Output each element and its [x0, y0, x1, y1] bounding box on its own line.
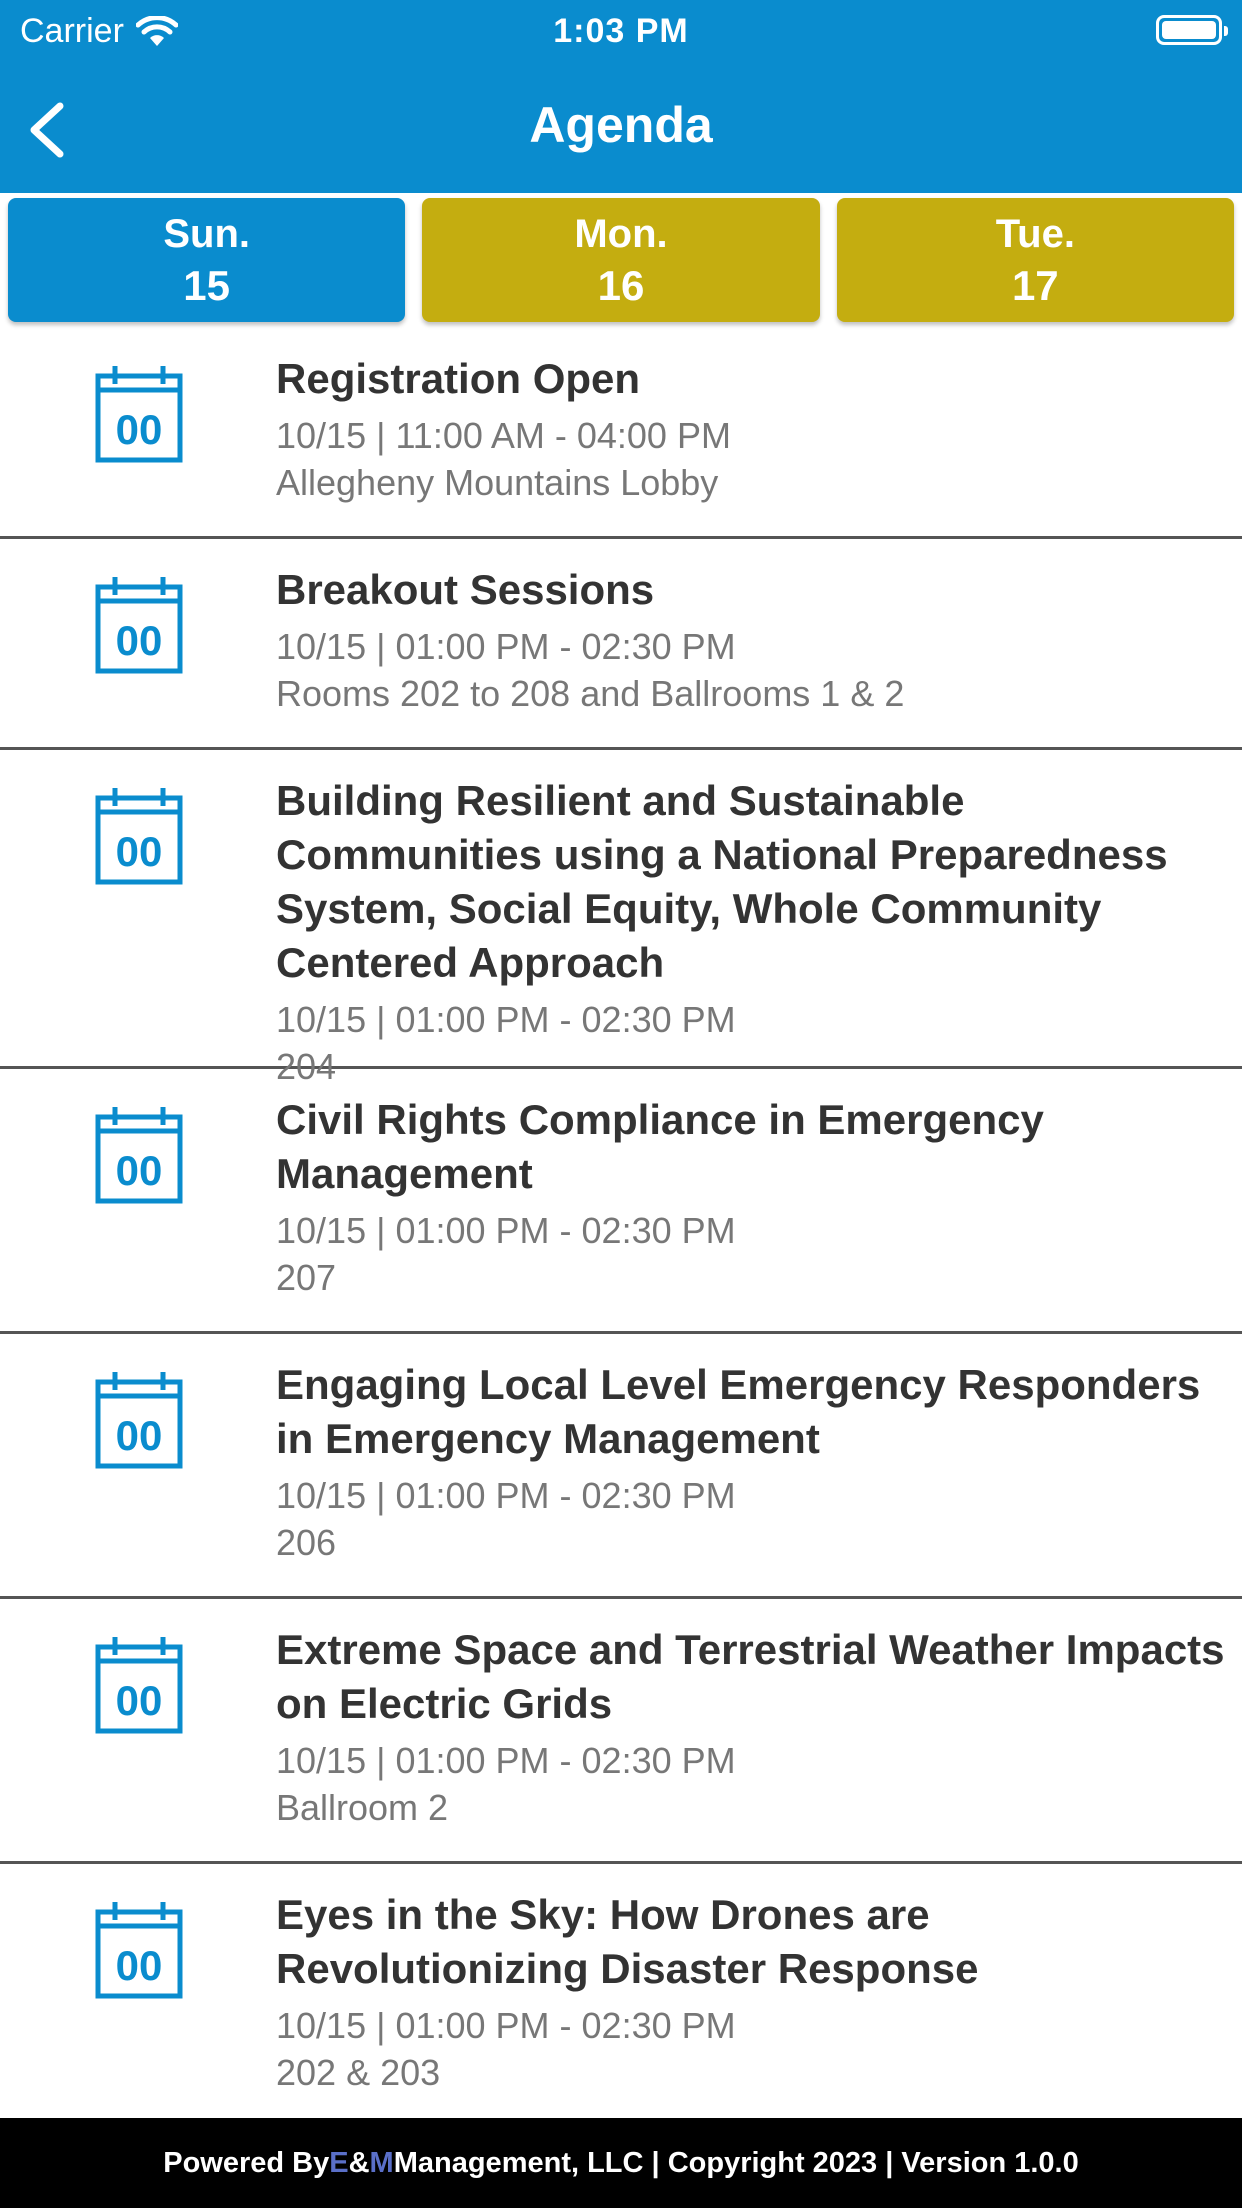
- app-header: Carrier 1:03 PM Agenda: [0, 0, 1242, 193]
- footer-logo-e: E: [329, 2146, 349, 2179]
- event-time: 10/15 | 01:00 PM - 02:30 PM: [276, 626, 736, 667]
- agenda-item[interactable]: 00 Registration Open 10/15 | 11:00 AM - …: [0, 328, 1242, 539]
- event-location: Ballroom 2: [276, 1787, 449, 1828]
- footer: Powered By E & M Management, LLC | Copyrig…: [0, 2118, 1242, 2208]
- page-title: Agenda: [529, 97, 713, 153]
- calendar-icon-text: 00: [116, 1677, 163, 1724]
- tab-day-label: Mon.: [574, 212, 668, 256]
- event-title: Breakout Sessions: [276, 566, 655, 613]
- footer-prefix: Powered By: [163, 2146, 330, 2179]
- event-time: 10/15 | 01:00 PM - 02:30 PM: [276, 1475, 736, 1516]
- tab-day-label: Tue.: [995, 212, 1075, 256]
- event-title: Extreme Space and Terrestrial Weather Im…: [276, 1626, 1225, 1727]
- agenda-list: 00 Registration Open 10/15 | 11:00 AM - …: [0, 328, 1242, 2122]
- agenda-item[interactable]: 00 Engaging Local Level Emergency Respon…: [0, 1334, 1242, 1599]
- footer-suffix: Management, LLC | Copyright 2023 | Versi…: [393, 2146, 1079, 2179]
- footer-logo-m: M: [369, 2146, 394, 2179]
- calendar-icon: 00: [95, 577, 183, 674]
- event-time: 10/15 | 01:00 PM - 02:30 PM: [276, 1740, 736, 1781]
- tab-day-number: 15: [183, 262, 231, 309]
- tab-day-label: Sun.: [163, 212, 250, 256]
- event-location: Rooms 202 to 208 and Ballrooms 1 & 2: [276, 673, 905, 714]
- event-title: Engaging Local Level Emergency Responder…: [276, 1361, 1201, 1462]
- event-location: Allegheny Mountains Lobby: [276, 462, 719, 503]
- calendar-icon: 00: [95, 366, 183, 463]
- status-time: 1:03 PM: [553, 12, 689, 50]
- calendar-icon-text: 00: [116, 617, 163, 664]
- battery-icon: [1156, 15, 1228, 45]
- calendar-icon-text: 00: [116, 1147, 163, 1194]
- calendar-icon: 00: [95, 1637, 183, 1734]
- event-location: 207: [276, 1257, 337, 1298]
- event-time: 10/15 | 01:00 PM - 02:30 PM: [276, 2005, 736, 2046]
- event-time: 10/15 | 11:00 AM - 04:00 PM: [276, 415, 731, 456]
- footer-logo-amp: &: [348, 2146, 370, 2179]
- event-title: Registration Open: [276, 355, 641, 402]
- event-location: 202 & 203: [276, 2052, 441, 2093]
- agenda-item[interactable]: 00 Breakout Sessions 10/15 | 01:00 PM - …: [0, 539, 1242, 750]
- agenda-item[interactable]: 00 Civil Rights Compliance in Emergency …: [0, 1069, 1242, 1334]
- agenda-item[interactable]: 00 Eyes in the Sky: How Drones are Revol…: [0, 1864, 1242, 2122]
- tab-day-number: 16: [597, 262, 645, 309]
- calendar-icon: 00: [95, 1372, 183, 1469]
- event-location: 206: [276, 1522, 337, 1563]
- day-tabs: Sun. 15 Mon. 16 Tue. 17: [8, 198, 1234, 322]
- calendar-icon: 00: [95, 1902, 183, 1999]
- event-time: 10/15 | 01:00 PM - 02:30 PM: [276, 1210, 736, 1251]
- event-title: Civil Rights Compliance in Emergency Man…: [276, 1096, 1044, 1197]
- tab-monday[interactable]: Mon. 16: [422, 198, 820, 322]
- tab-sunday[interactable]: Sun. 15: [8, 198, 406, 322]
- agenda-item[interactable]: 00 Extreme Space and Terrestrial Weather…: [0, 1599, 1242, 1864]
- tab-day-number: 17: [1011, 262, 1059, 309]
- event-title: Eyes in the Sky: How Drones are Revoluti…: [276, 1891, 979, 1992]
- tab-tuesday[interactable]: Tue. 17: [836, 198, 1234, 322]
- calendar-icon-text: 00: [116, 1942, 163, 1989]
- calendar-icon-text: 00: [116, 406, 163, 453]
- event-title: Building Resilient and Sustainable Commu…: [276, 777, 1168, 986]
- calendar-icon-text: 00: [116, 1412, 163, 1459]
- calendar-icon: 00: [95, 788, 183, 885]
- agenda-item[interactable]: 00 Building Resilient and Sustainable Co…: [0, 750, 1242, 1087]
- calendar-icon: 00: [95, 1107, 183, 1204]
- event-time: 10/15 | 01:00 PM - 02:30 PM: [276, 999, 736, 1040]
- calendar-icon-text: 00: [116, 828, 163, 875]
